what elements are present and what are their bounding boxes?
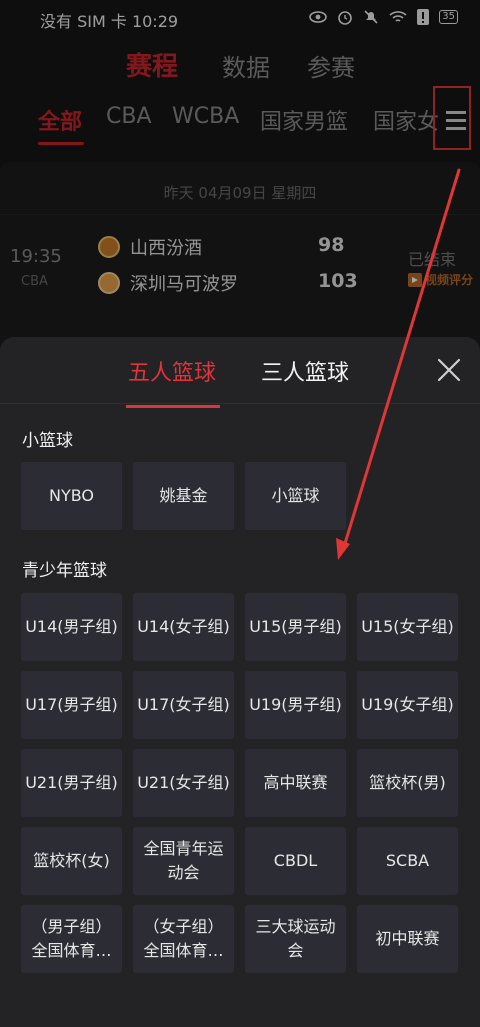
tab-underline xyxy=(126,405,220,408)
league-item-high-school[interactable]: 高中联赛 xyxy=(245,749,346,817)
league-item-u14-women[interactable]: U14(女子组) xyxy=(133,593,234,661)
league-item-u19-women[interactable]: U19(女子组) xyxy=(357,671,458,739)
league-item-scba[interactable]: SCBA xyxy=(357,827,458,895)
league-item-u19-men[interactable]: U19(男子组) xyxy=(245,671,346,739)
league-item-cbdl[interactable]: CBDL xyxy=(245,827,346,895)
league-item-u21-women[interactable]: U21(女子组) xyxy=(133,749,234,817)
divider xyxy=(0,403,480,404)
league-item-national-sports-women[interactable]: （女子组）全国体育… xyxy=(133,905,234,973)
league-item-mini[interactable]: 小篮球 xyxy=(245,462,346,530)
tab-five-a-side[interactable]: 五人篮球 xyxy=(128,355,216,387)
league-picker-sheet: 五人篮球 三人篮球 小篮球 NYBO 姚基金 小篮球 青少年篮球 U14(男子组… xyxy=(0,337,480,1027)
youth-basketball-grid: U14(男子组) U14(女子组) U15(男子组) U15(女子组) U17(… xyxy=(21,593,461,973)
league-item-u17-men[interactable]: U17(男子组) xyxy=(21,671,122,739)
league-item-u15-women[interactable]: U15(女子组) xyxy=(357,593,458,661)
league-item-yao-foundation[interactable]: 姚基金 xyxy=(133,462,234,530)
sheet-tabs: 五人篮球 三人篮球 xyxy=(0,355,480,408)
league-item-national-youth-games[interactable]: 全国青年运动会 xyxy=(133,827,234,895)
league-item-u17-women[interactable]: U17(女子组) xyxy=(133,671,234,739)
close-icon[interactable] xyxy=(436,357,462,383)
section-title-youth: 青少年篮球 xyxy=(22,561,107,581)
tab-three-a-side[interactable]: 三人篮球 xyxy=(261,355,349,387)
league-item-junior-high[interactable]: 初中联赛 xyxy=(357,905,458,973)
league-item-nybo[interactable]: NYBO xyxy=(21,462,122,530)
league-item-national-sports-men[interactable]: （男子组）全国体育… xyxy=(21,905,122,973)
mini-basketball-grid: NYBO 姚基金 小篮球 xyxy=(21,462,461,530)
league-item-three-ball-games[interactable]: 三大球运动会 xyxy=(245,905,346,973)
league-item-campus-cup-men[interactable]: 篮校杯(男) xyxy=(357,749,458,817)
league-item-campus-cup-women[interactable]: 篮校杯(女) xyxy=(21,827,122,895)
section-title-mini: 小篮球 xyxy=(22,431,73,451)
league-item-u15-men[interactable]: U15(男子组) xyxy=(245,593,346,661)
league-item-u21-men[interactable]: U21(男子组) xyxy=(21,749,122,817)
league-item-u14-men[interactable]: U14(男子组) xyxy=(21,593,122,661)
